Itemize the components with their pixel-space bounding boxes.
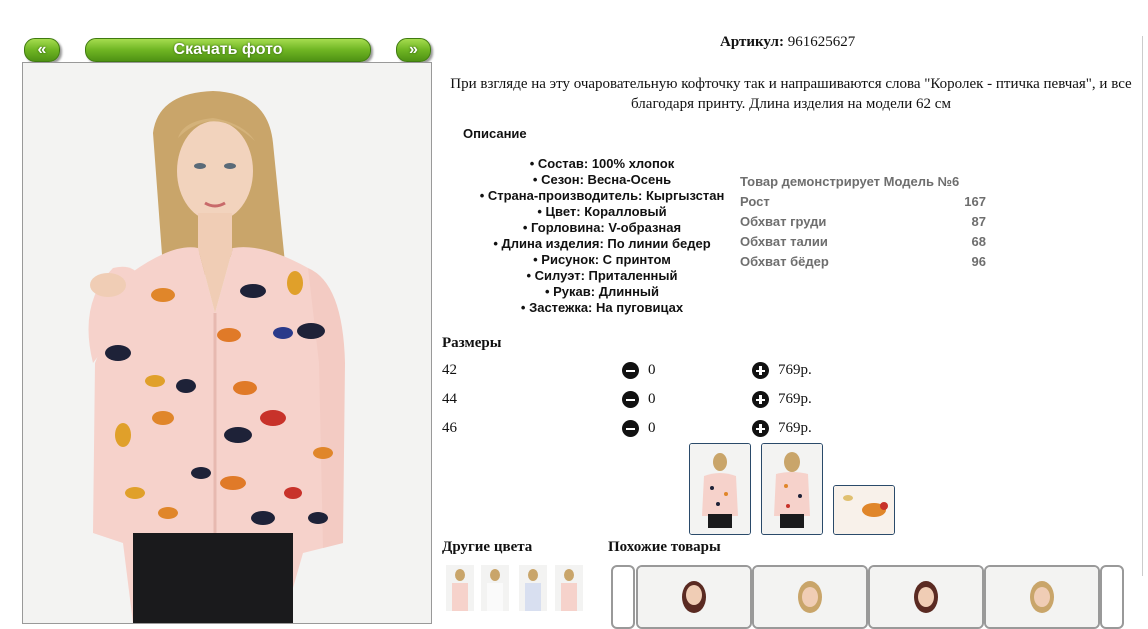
model-illustration (23, 63, 431, 623)
specs-list: • Состав: 100% хлопок • Сезон: Весна-Осе… (462, 156, 742, 316)
size-row-44: 44 0 769р. (442, 389, 842, 411)
plus-icon[interactable] (752, 362, 769, 379)
thumb-image (870, 567, 982, 627)
spec-item: • Страна-производитель: Кыргызстан (479, 188, 725, 203)
other-color-thumb[interactable] (481, 565, 509, 611)
similar-scroll-left[interactable] (611, 565, 635, 629)
spec-item: • Длина изделия: По линии бедер (493, 236, 711, 251)
spec-item: • Сезон: Весна-Осень (532, 172, 672, 187)
thumb-image (519, 565, 547, 611)
model-row-waist: Обхват талии 68 (740, 232, 986, 252)
thumb-image (834, 486, 894, 534)
size-label: 44 (442, 391, 457, 407)
gallery-thumb[interactable] (761, 443, 823, 535)
model-label: Рост (740, 194, 770, 209)
spec-item: • Цвет: Коралловый (537, 204, 667, 219)
model-row-hips: Обхват бёдер 96 (740, 252, 986, 272)
spec-item: • Горловина: V-образная (522, 220, 682, 235)
prev-photo-button[interactable]: « (24, 38, 60, 62)
minus-icon[interactable] (622, 362, 639, 379)
size-price: 769р. (778, 420, 812, 436)
size-row-46: 46 0 769р. (442, 418, 842, 440)
product-description: При взгляде на эту очаровательную кофточ… (450, 76, 1132, 112)
size-label: 46 (442, 420, 457, 436)
sizes-title: Размеры (442, 335, 502, 351)
thumb-image (638, 567, 750, 627)
other-color-thumb[interactable] (555, 565, 583, 611)
other-color-thumb[interactable] (519, 565, 547, 611)
minus-icon[interactable] (622, 391, 639, 408)
spec-item: • Состав: 100% хлопок (529, 156, 675, 171)
size-quantity: 0 (648, 362, 656, 378)
model-measurements: Товар демонстрирует Модель №6 Рост 167 О… (740, 172, 986, 272)
gallery-thumb[interactable] (833, 485, 895, 535)
size-quantity: 0 (648, 391, 656, 407)
spec-item: • Рисунок: С принтом (533, 252, 671, 267)
specs-title: Описание (463, 126, 527, 141)
minus-icon[interactable] (622, 420, 639, 437)
article-number: Артикул: 961625627 (720, 34, 855, 51)
size-row-42: 42 0 769р. (442, 360, 842, 382)
model-value: 68 (971, 234, 986, 249)
model-value: 96 (971, 254, 986, 269)
size-price: 769р. (778, 362, 812, 378)
model-label: Обхват бёдер (740, 254, 829, 269)
prev-label: « (37, 41, 47, 58)
plus-icon[interactable] (752, 391, 769, 408)
next-label: » (409, 41, 418, 58)
similar-product-card[interactable] (868, 565, 984, 629)
thumb-image (986, 567, 1098, 627)
article-value: 961625627 (787, 34, 856, 50)
spec-item: • Силуэт: Приталенный (526, 268, 678, 283)
model-value: 167 (964, 194, 986, 209)
spec-item: • Застежка: На пуговицах (520, 300, 684, 315)
similar-products-title: Похожие товары (608, 539, 721, 555)
similar-product-card[interactable] (752, 565, 868, 629)
thumb-image (446, 565, 474, 611)
main-product-photo[interactable] (22, 62, 432, 624)
similar-scroll-right[interactable] (1100, 565, 1124, 629)
plus-icon[interactable] (752, 420, 769, 437)
thumb-image (762, 444, 822, 534)
spec-item: • Рукав: Длинный (544, 284, 660, 299)
thumb-image (754, 567, 866, 627)
size-label: 42 (442, 362, 457, 378)
other-color-thumb[interactable] (446, 565, 474, 611)
model-row-height: Рост 167 (740, 192, 986, 212)
other-colors-title: Другие цвета (442, 539, 533, 555)
size-quantity: 0 (648, 420, 656, 436)
download-photo-button[interactable]: Скачать фото (85, 38, 371, 62)
similar-product-card[interactable] (984, 565, 1100, 629)
thumb-image (555, 565, 583, 611)
model-label: Обхват груди (740, 214, 827, 229)
model-title: Товар демонстрирует Модель №6 (740, 174, 960, 189)
gallery-thumb[interactable] (689, 443, 751, 535)
next-photo-button[interactable]: » (396, 38, 431, 62)
model-row-chest: Обхват груди 87 (740, 212, 986, 232)
thumb-image (690, 444, 750, 534)
download-label: Скачать фото (173, 41, 283, 58)
article-label: Артикул: (720, 34, 784, 50)
thumb-image (481, 565, 509, 611)
right-divider (1142, 36, 1143, 576)
model-label: Обхват талии (740, 234, 828, 249)
similar-product-card[interactable] (636, 565, 752, 629)
model-value: 87 (971, 214, 986, 229)
size-price: 769р. (778, 391, 812, 407)
